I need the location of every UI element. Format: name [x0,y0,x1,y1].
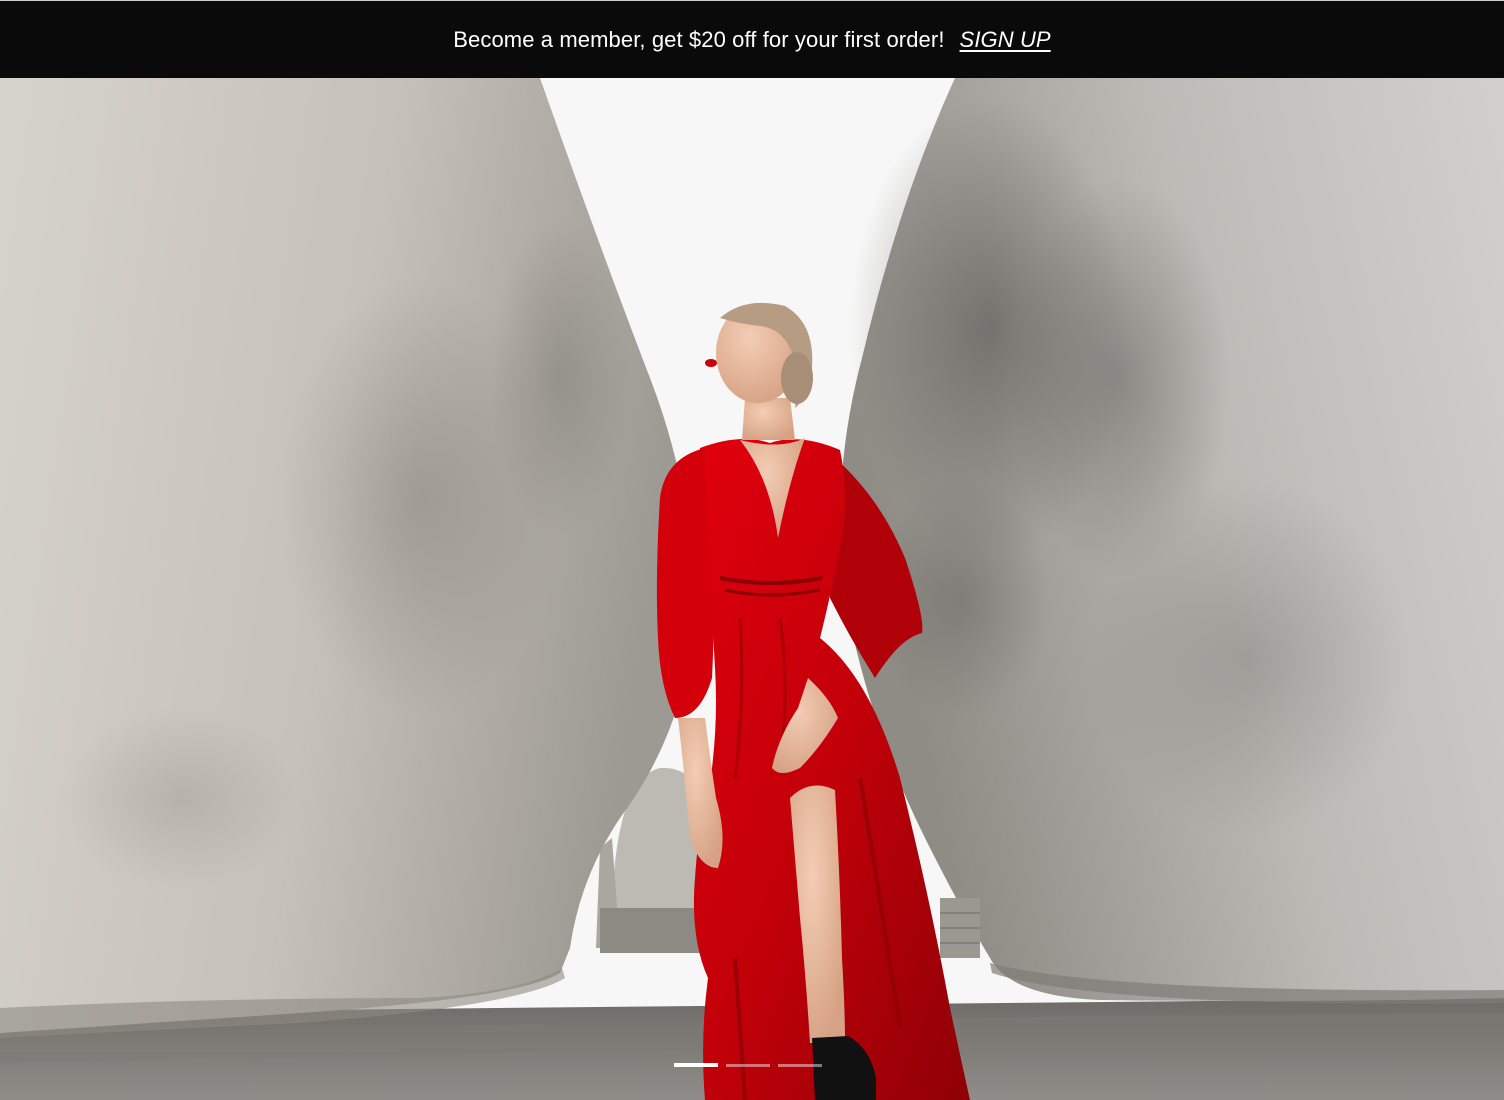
carousel-dot-2[interactable] [726,1063,770,1067]
promo-text: Become a member, get $20 off for your fi… [453,26,945,52]
hero-image [0,78,1504,1100]
promo-banner: Become a member, get $20 off for your fi… [0,0,1504,78]
hero-slideshow[interactable] [0,78,1504,1100]
carousel-dot-3[interactable] [778,1063,822,1067]
carousel-indicators [674,1062,822,1068]
sign-up-link[interactable]: SIGN UP [960,27,1051,53]
carousel-dot-1[interactable] [674,1063,718,1067]
